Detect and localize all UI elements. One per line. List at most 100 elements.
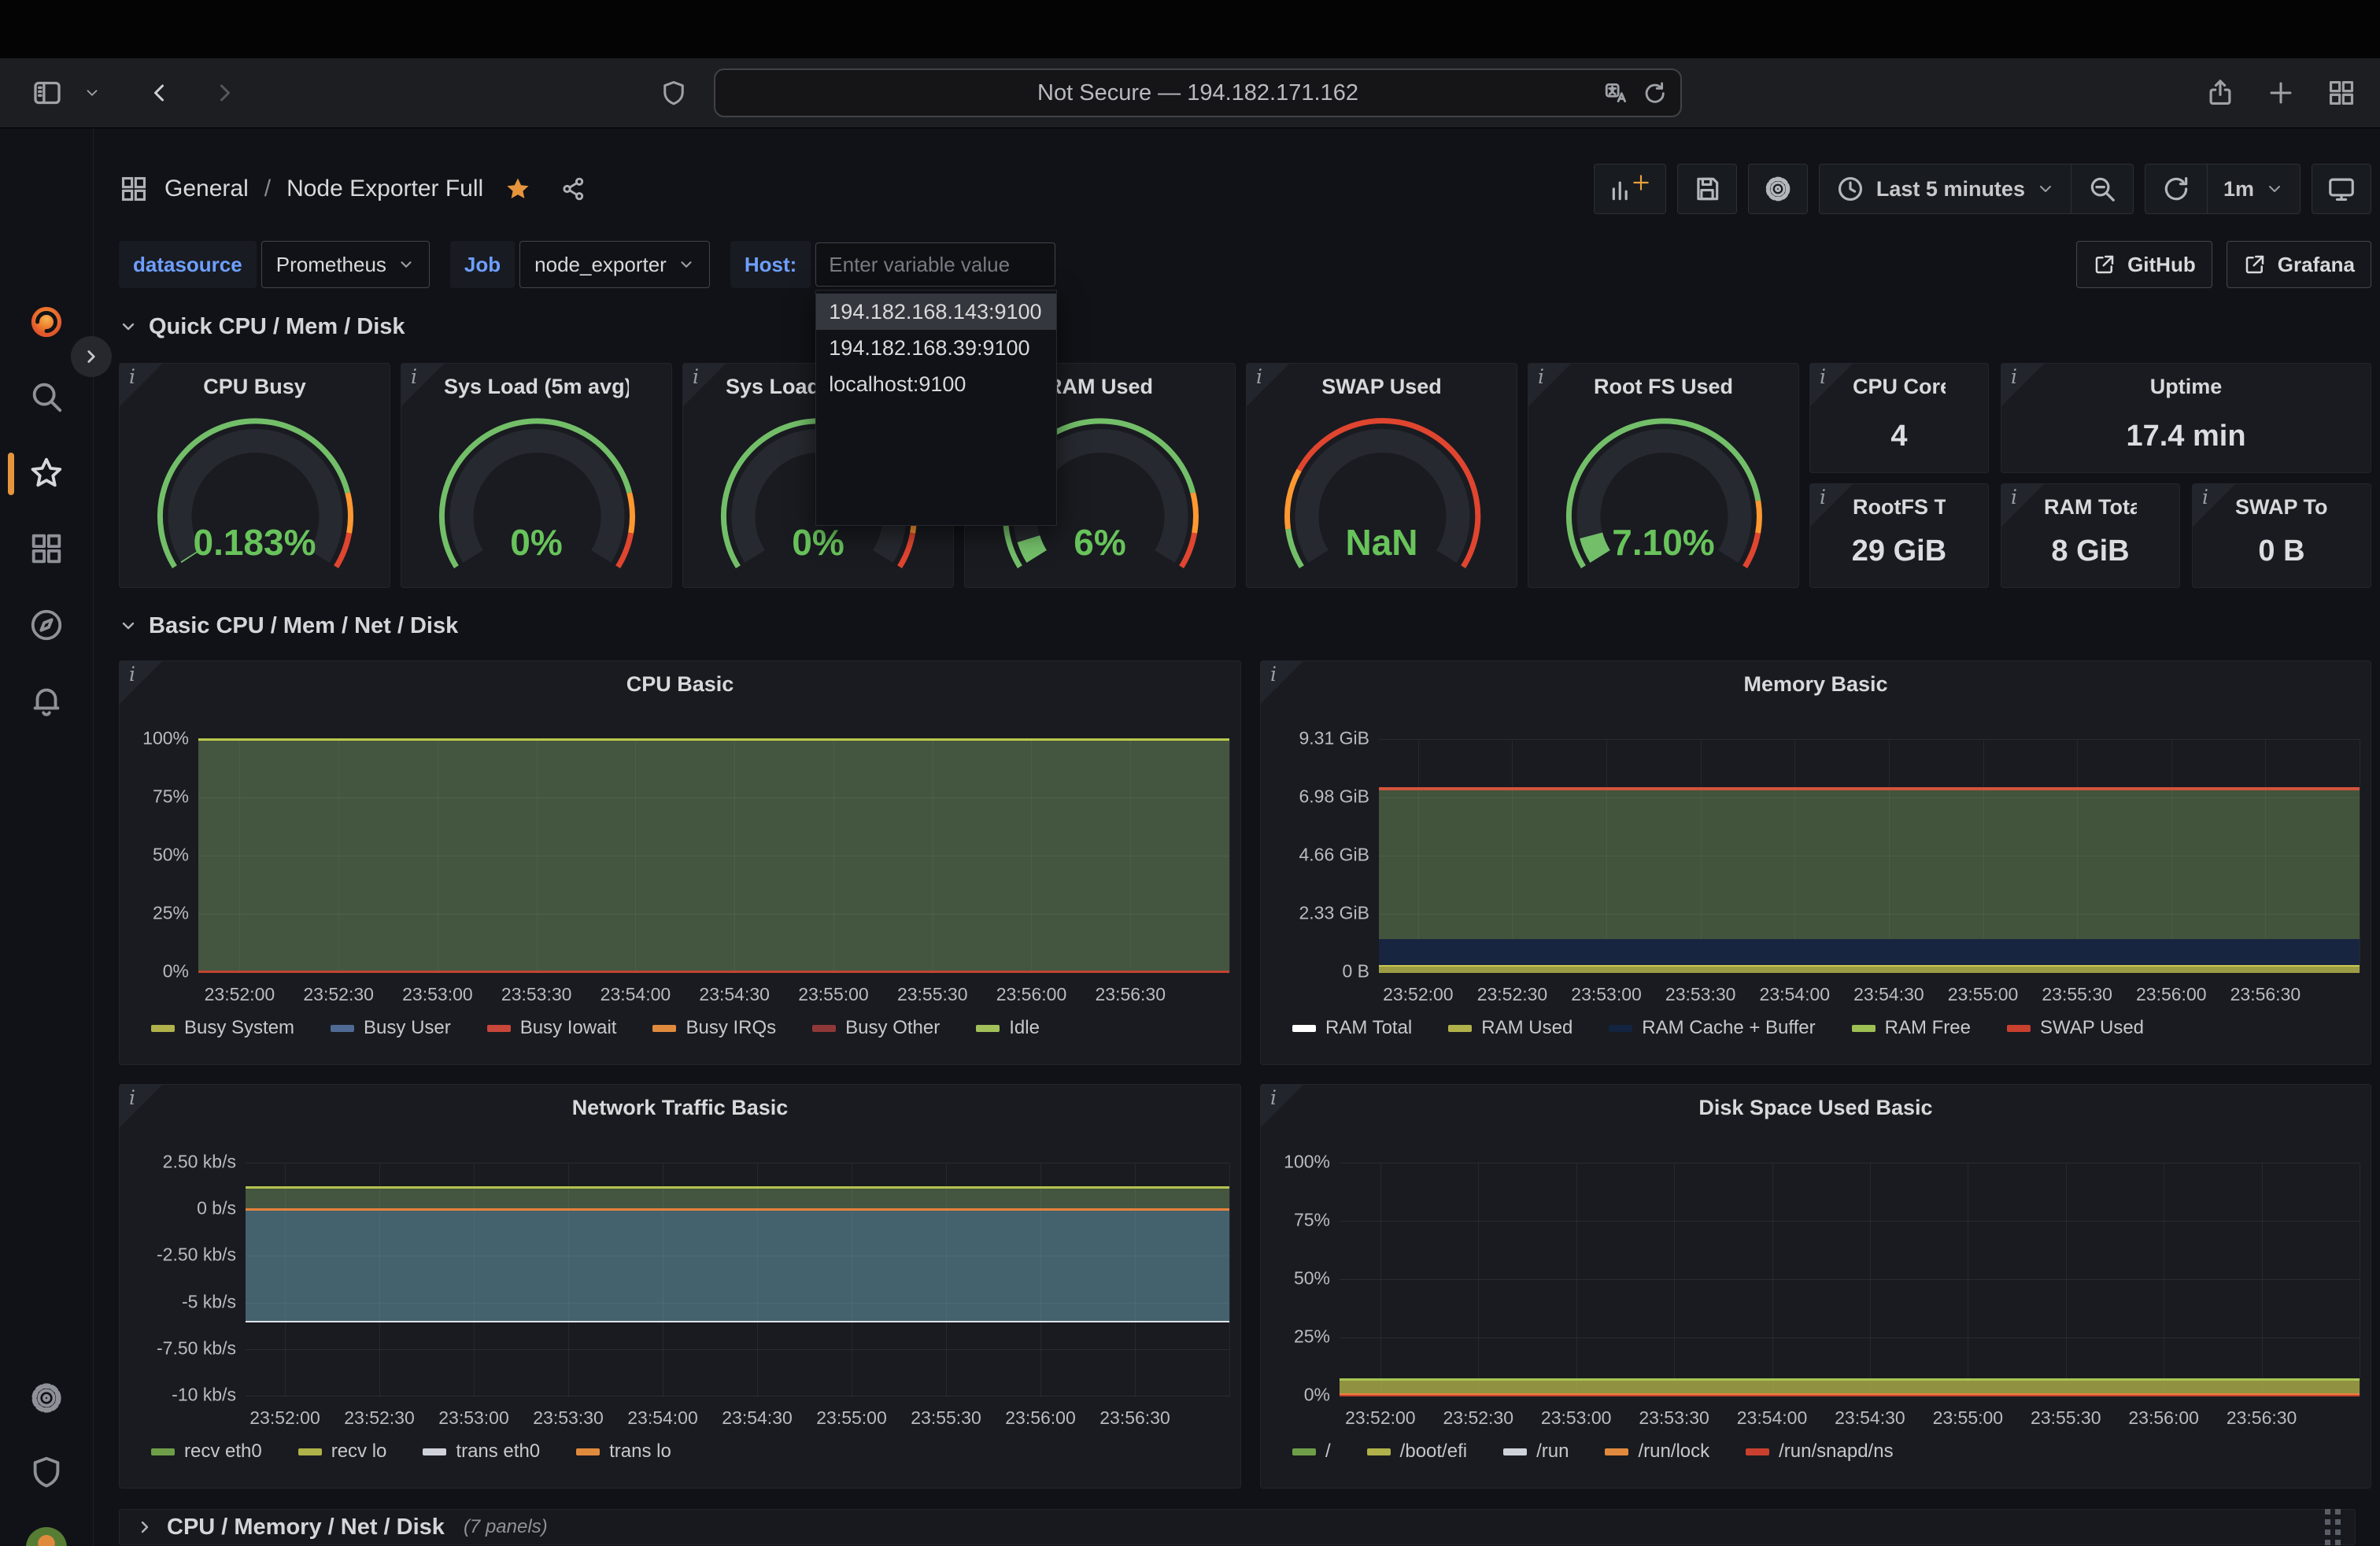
legend-item[interactable]: Busy System xyxy=(151,1017,294,1039)
panel-title[interactable]: Disk Space Used Basic xyxy=(1303,1096,2328,1120)
row-drag-handle[interactable] xyxy=(2325,1509,2341,1545)
collapsed-row-cpu-memory-net-disk[interactable]: CPU / Memory / Net / Disk (7 panels) xyxy=(119,1509,2356,1545)
legend-item[interactable]: SWAP Used xyxy=(2007,1017,2144,1039)
sidebar-item-alerting[interactable] xyxy=(26,680,67,721)
add-panel-button[interactable] xyxy=(1594,164,1666,214)
tab-overview-icon[interactable] xyxy=(2326,78,2356,108)
panel-title[interactable]: Sys Load (5m avg) xyxy=(444,375,629,399)
host-option[interactable]: 194.182.168.143:9100 xyxy=(816,294,1056,330)
legend-item[interactable]: Busy IRQs xyxy=(652,1017,776,1039)
time-range-button[interactable]: Last 5 minutes xyxy=(1820,165,2071,213)
host-option[interactable]: localhost:9100 xyxy=(816,366,1056,402)
panel-title[interactable]: CPU Basic xyxy=(162,672,1198,697)
legend-item[interactable]: / xyxy=(1292,1441,1331,1463)
panel-info-corner[interactable] xyxy=(1261,661,1303,704)
plot-area[interactable] xyxy=(1379,740,2360,973)
panel-info-corner[interactable] xyxy=(2001,484,2044,527)
breadcrumb-title[interactable]: Node Exporter Full xyxy=(286,176,483,202)
panel-info-corner[interactable] xyxy=(1810,364,1853,406)
plot-area[interactable] xyxy=(198,740,1229,973)
save-dashboard-button[interactable] xyxy=(1677,164,1737,214)
zoom-out-button[interactable] xyxy=(2071,165,2133,213)
panel-title[interactable]: RAM Total xyxy=(2044,495,2137,520)
panel-title[interactable]: SWAP To... xyxy=(2235,495,2328,520)
gridline-vertical xyxy=(1229,1163,1230,1396)
share-icon[interactable] xyxy=(2205,78,2235,108)
sidebar-item-explore[interactable] xyxy=(26,605,67,645)
avatar[interactable] xyxy=(26,1527,67,1546)
legend-item[interactable]: recv eth0 xyxy=(151,1441,262,1463)
github-link-button[interactable]: GitHub xyxy=(2076,241,2212,288)
legend-item[interactable]: recv lo xyxy=(298,1441,387,1463)
cycle-view-mode-button[interactable] xyxy=(2312,164,2371,214)
legend-item[interactable]: Busy Other xyxy=(812,1017,940,1039)
legend-item[interactable]: trans eth0 xyxy=(423,1441,540,1463)
legend-swatch xyxy=(576,1448,600,1455)
legend-item[interactable]: RAM Used xyxy=(1448,1017,1572,1039)
panel-info-corner[interactable] xyxy=(1261,1085,1303,1127)
browser-url-bar[interactable]: Not Secure — 194.182.171.162 xyxy=(714,68,1682,117)
dashboards-grid-icon[interactable] xyxy=(119,174,149,204)
sidebar-item-dashboards[interactable] xyxy=(26,528,67,569)
legend-item[interactable]: RAM Cache + Buffer xyxy=(1609,1017,1815,1039)
browser-forward-icon[interactable] xyxy=(211,79,239,107)
panel-title[interactable]: RootFS T... xyxy=(1853,495,1946,520)
x-axis-label: 23:55:30 xyxy=(897,984,968,1005)
legend-item[interactable]: /boot/efi xyxy=(1367,1441,1467,1463)
browser-sidebar-chevron-icon[interactable] xyxy=(83,84,101,102)
legend-item[interactable]: RAM Free xyxy=(1852,1017,1971,1039)
refresh-button[interactable] xyxy=(2145,165,2207,213)
panel-info-corner[interactable] xyxy=(2193,484,2235,527)
variable-datasource-value[interactable]: Prometheus xyxy=(261,241,430,288)
sidebar-item-starred[interactable] xyxy=(26,453,67,494)
panel-info-corner[interactable] xyxy=(1810,484,1853,527)
translate-icon[interactable] xyxy=(1603,80,1630,106)
info-icon: i xyxy=(129,664,135,684)
panel-info-corner[interactable] xyxy=(2001,364,2044,406)
panel-title[interactable]: Root FS Used xyxy=(1571,375,1756,399)
panel-title[interactable]: Network Traffic Basic xyxy=(162,1096,1198,1120)
new-tab-icon[interactable] xyxy=(2267,79,2295,107)
browser-sidebar-toggle-icon[interactable] xyxy=(31,77,63,109)
search-icon[interactable] xyxy=(26,376,67,417)
panel-title[interactable]: Memory Basic xyxy=(1303,672,2328,697)
panel-title[interactable]: Uptime xyxy=(2044,375,2328,399)
panel-info-corner[interactable] xyxy=(120,1085,162,1127)
grafana-link-button[interactable]: Grafana xyxy=(2227,241,2371,288)
reload-icon[interactable] xyxy=(1641,80,1668,106)
legend-item[interactable]: /run/snapd/ns xyxy=(1746,1441,1893,1463)
gauge-value: 0% xyxy=(401,521,671,564)
host-option[interactable]: 194.182.168.39:9100 xyxy=(816,330,1056,366)
plot-area[interactable] xyxy=(1340,1163,2360,1396)
variable-job-value[interactable]: node_exporter xyxy=(519,241,710,288)
legend-item[interactable]: RAM Total xyxy=(1292,1017,1412,1039)
breadcrumb-folder[interactable]: General xyxy=(164,176,249,202)
panel-info-corner[interactable] xyxy=(120,661,162,704)
sidebar-expand-button[interactable] xyxy=(71,336,112,377)
refresh-interval-button[interactable]: 1m xyxy=(2207,165,2300,213)
legend-item[interactable]: Busy Iowait xyxy=(487,1017,617,1039)
grafana-logo-icon[interactable] xyxy=(26,301,67,342)
variable-datasource: datasource Prometheus xyxy=(119,241,430,288)
host-variable-input[interactable] xyxy=(815,242,1055,287)
legend-swatch xyxy=(812,1025,836,1032)
legend-item[interactable]: Busy User xyxy=(331,1017,451,1039)
legend-item[interactable]: trans lo xyxy=(576,1441,671,1463)
panel-title[interactable]: CPU Cores xyxy=(1853,375,1946,399)
privacy-shield-icon[interactable] xyxy=(660,79,688,107)
row-basic-cpu-mem-net-disk[interactable]: Basic CPU / Mem / Net / Disk xyxy=(119,612,2371,640)
legend-item[interactable]: /run/lock xyxy=(1605,1441,1709,1463)
panel-title[interactable]: SWAP Used xyxy=(1289,375,1474,399)
dashboard-settings-button[interactable] xyxy=(1748,164,1808,214)
sidebar-item-configuration[interactable] xyxy=(26,1378,67,1418)
sidebar-item-server-admin[interactable] xyxy=(26,1452,67,1492)
plot-area[interactable] xyxy=(246,1163,1229,1396)
panel-title[interactable]: CPU Busy xyxy=(162,375,347,399)
y-axis-label: 2.50 kb/s xyxy=(128,1152,236,1173)
favorite-star-icon[interactable] xyxy=(504,175,532,203)
share-dashboard-icon[interactable] xyxy=(560,176,587,202)
row-quick-cpu-mem-disk[interactable]: Quick CPU / Mem / Disk xyxy=(119,313,2371,341)
legend-item[interactable]: Idle xyxy=(976,1017,1040,1039)
browser-back-icon[interactable] xyxy=(145,79,173,107)
legend-item[interactable]: /run xyxy=(1503,1441,1569,1463)
